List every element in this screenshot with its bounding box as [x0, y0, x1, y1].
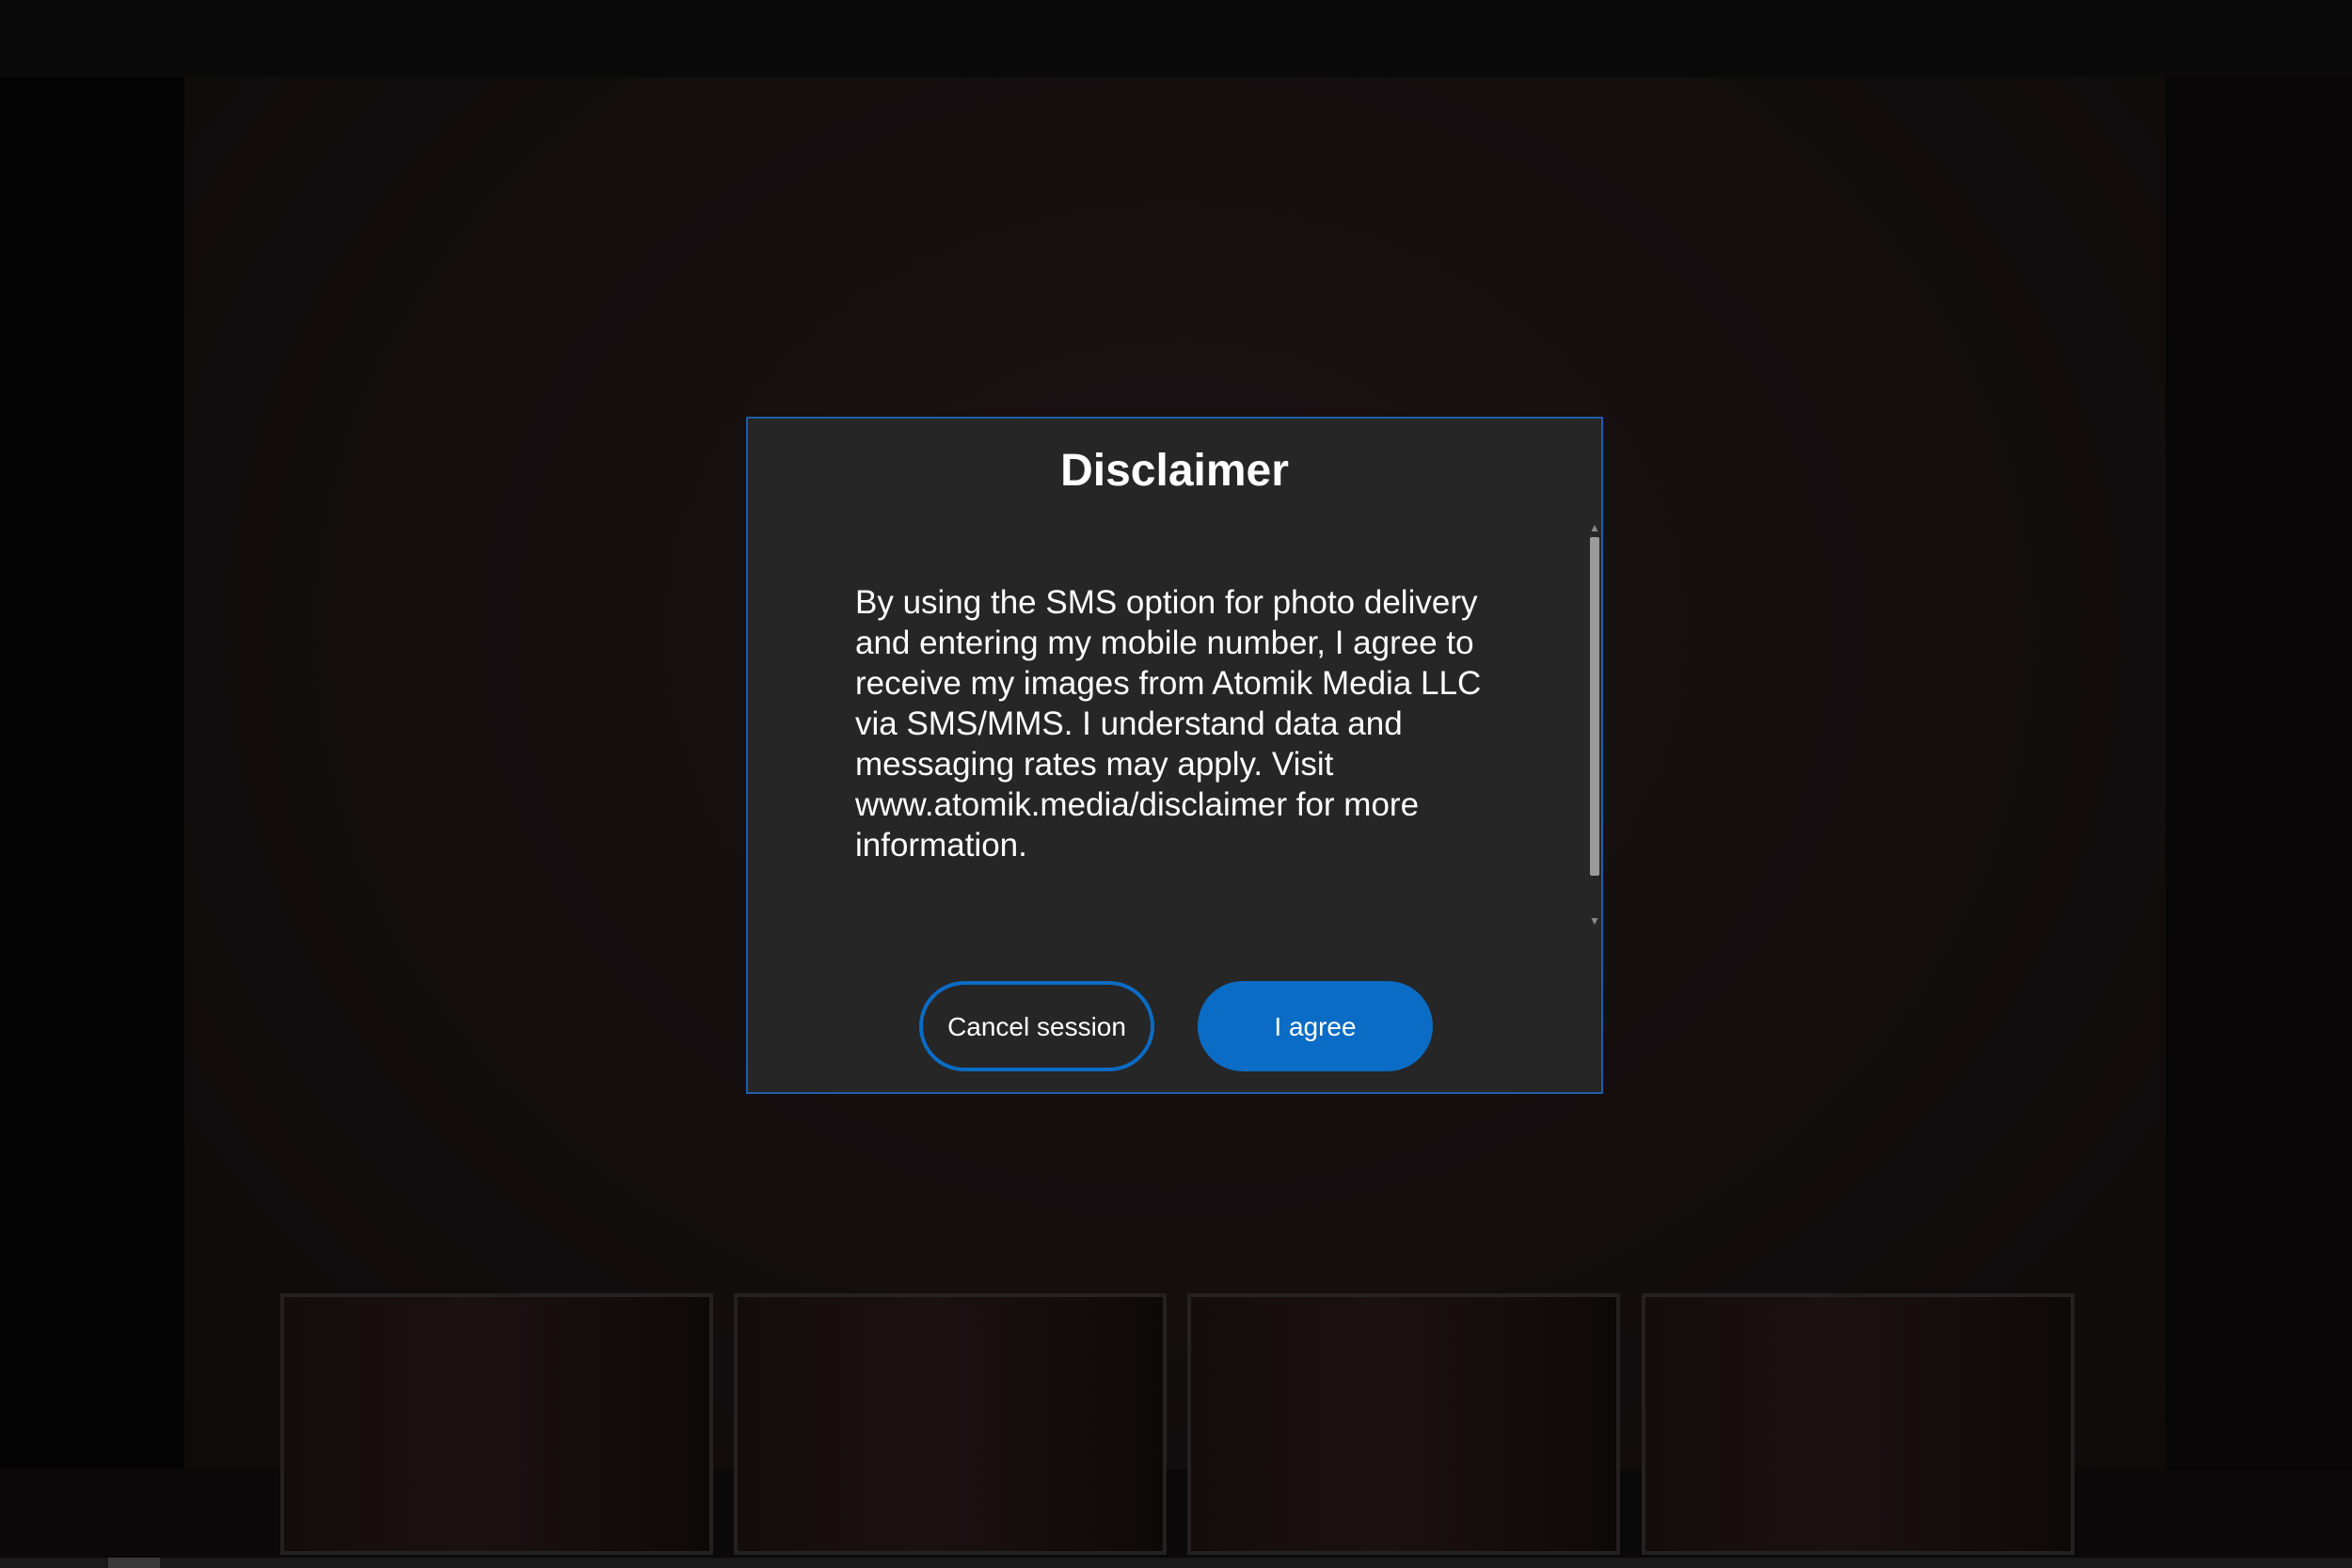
dialog-title: Disclaimer	[1060, 446, 1289, 496]
app-screen: Disclaimer By using the SMS option for p…	[0, 0, 2352, 1568]
caret-down-icon[interactable]: ▼	[1588, 915, 1601, 927]
cancel-session-button[interactable]: Cancel session	[919, 981, 1154, 1071]
status-bar	[0, 1558, 2352, 1568]
thumbnail-2[interactable]	[734, 1293, 1167, 1555]
caret-up-icon[interactable]: ▲	[1588, 522, 1601, 533]
dialog-body-text: By using the SMS option for photo delive…	[855, 584, 1482, 863]
thumbnail-1[interactable]	[280, 1293, 713, 1555]
dialog-scrollbar[interactable]: ▲ ▼	[1588, 522, 1601, 927]
disclaimer-dialog: Disclaimer By using the SMS option for p…	[746, 417, 1603, 1094]
thumbnail-3[interactable]	[1187, 1293, 1620, 1555]
agree-button[interactable]: I agree	[1198, 981, 1433, 1071]
thumbnail-4[interactable]	[1642, 1293, 2074, 1555]
scrollbar-thumb[interactable]	[1590, 537, 1599, 876]
status-scroll-thumb[interactable]	[108, 1558, 160, 1568]
left-strip	[0, 77, 184, 1469]
top-bar	[0, 0, 2352, 77]
right-strip	[2166, 77, 2352, 1469]
